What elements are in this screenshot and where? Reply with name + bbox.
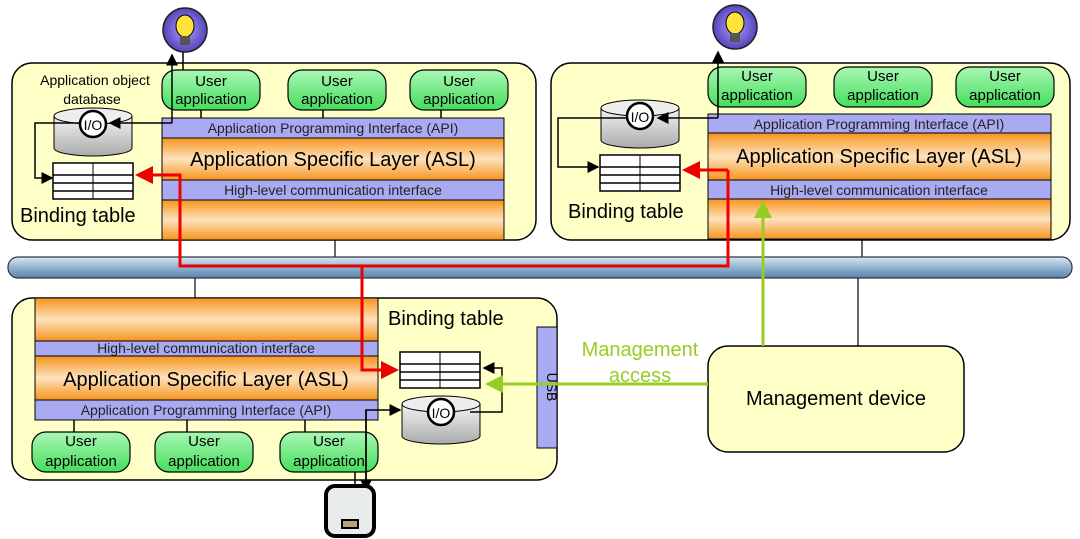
svg-text:User: User	[195, 73, 227, 90]
hlci-label: High-level communication interface	[770, 182, 988, 198]
svg-text:User: User	[867, 68, 899, 85]
lightbulb-icon	[162, 7, 208, 53]
svg-text:application: application	[168, 453, 240, 470]
node-bottom-left: High-level communication interface Appli…	[11, 297, 560, 538]
node-top-left: Application object database I/O Binding …	[11, 7, 537, 241]
device-icon	[324, 484, 376, 538]
svg-text:application: application	[969, 87, 1041, 104]
binding-table-icon	[599, 154, 681, 192]
user-application: User application	[707, 66, 807, 108]
database-icon: I/O	[599, 98, 681, 150]
svg-text:application: application	[721, 87, 793, 104]
binding-table-icon	[399, 351, 481, 389]
binding-table-label: Binding table	[20, 205, 136, 227]
svg-text:User: User	[188, 433, 220, 450]
zigbee-architecture-diagram: Application object database I/O Binding …	[7, 4, 1073, 538]
user-application: User application	[955, 66, 1055, 108]
svg-text:User: User	[741, 68, 773, 85]
database-icon: I/O	[52, 106, 134, 158]
hlci-label: High-level communication interface	[224, 182, 442, 198]
svg-text:application: application	[423, 91, 495, 108]
svg-text:User: User	[443, 73, 475, 90]
svg-text:I/O: I/O	[631, 109, 650, 125]
svg-text:User: User	[321, 73, 353, 90]
database-icon: I/O	[400, 394, 482, 446]
user-application: User application	[833, 66, 933, 108]
svg-text:database: database	[63, 91, 121, 107]
app-object-db-label: Application object	[40, 72, 150, 88]
svg-text:application: application	[45, 453, 117, 470]
binding-table-label: Binding table	[568, 201, 684, 223]
binding-table-label: Binding table	[388, 308, 504, 330]
management-device: Management device	[707, 345, 965, 453]
management-access-label: Management	[582, 339, 699, 361]
svg-text:application: application	[293, 453, 365, 470]
svg-text:User: User	[65, 433, 97, 450]
svg-text:User: User	[989, 68, 1021, 85]
svg-text:User: User	[313, 433, 345, 450]
management-device-label: Management device	[746, 388, 926, 410]
asl-label: Application Specific Layer (ASL)	[190, 149, 476, 171]
api-label: Application Programming Interface (API)	[208, 120, 459, 136]
asl-label: Application Specific Layer (ASL)	[736, 146, 1022, 168]
usb-label: USB	[544, 373, 560, 402]
svg-text:I/O: I/O	[84, 117, 103, 133]
svg-text:application: application	[301, 91, 373, 108]
svg-text:application: application	[175, 91, 247, 108]
svg-text:application: application	[847, 87, 919, 104]
binding-table-icon	[52, 162, 134, 200]
node-top-right: I/O Binding table High-level communicati…	[550, 4, 1071, 241]
api-label: Application Programming Interface (API)	[754, 116, 1005, 132]
asl-label: Application Specific Layer (ASL)	[63, 369, 349, 391]
api-label: Application Programming Interface (API)	[81, 402, 332, 418]
lightbulb-icon	[712, 4, 758, 50]
hlci-label: High-level communication interface	[97, 340, 315, 356]
svg-text:I/O: I/O	[432, 405, 451, 421]
